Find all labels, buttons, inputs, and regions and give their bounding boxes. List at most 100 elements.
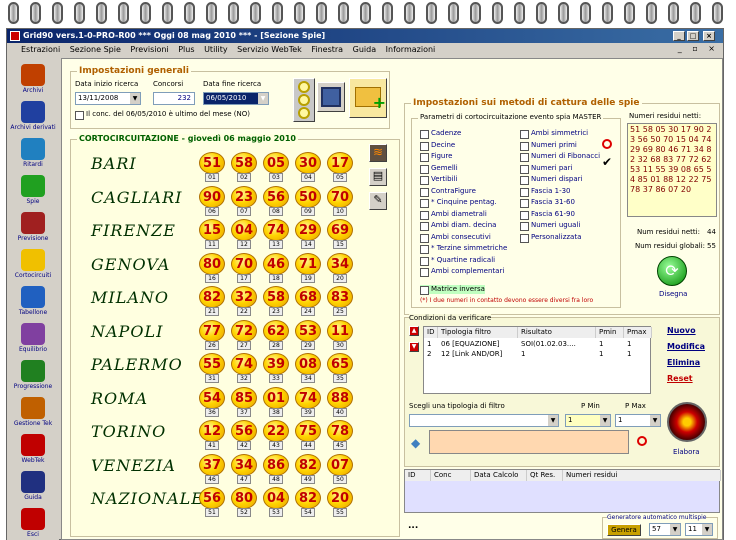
option-checkbox[interactable]: Vertibili: [420, 175, 457, 185]
option-checkbox[interactable]: Ambi simmetrici: [520, 129, 588, 139]
checkmark-icon[interactable]: ✔: [602, 155, 612, 169]
traffic-light-button[interactable]: [293, 78, 315, 122]
option-checkbox[interactable]: ContraFigure: [420, 187, 476, 197]
option-checkbox[interactable]: Figure: [420, 152, 452, 162]
option-checkbox[interactable]: Numeri uguali: [520, 221, 580, 231]
generate-button[interactable]: Genera: [607, 524, 641, 536]
number-bulb[interactable]: 86: [263, 453, 289, 476]
number-bulb[interactable]: 78: [327, 420, 353, 442]
number-bulb[interactable]: 55: [199, 353, 225, 375]
number-bulb[interactable]: 23: [231, 185, 257, 208]
menu-finestra[interactable]: Finestra: [311, 45, 343, 54]
sidebar-item-ritardi[interactable]: Ritardi: [7, 138, 59, 168]
number-bulb[interactable]: 72: [231, 319, 257, 342]
sidebar-item-webtek[interactable]: WebTek: [7, 434, 59, 464]
option-checkbox[interactable]: Personalizzata: [520, 233, 581, 243]
generator-value1-select[interactable]: 57: [649, 523, 681, 536]
number-bulb[interactable]: 70: [231, 252, 257, 275]
option-checkbox[interactable]: Cadenze: [420, 129, 461, 139]
number-bulb[interactable]: 88: [327, 386, 353, 409]
inverse-matrix-checkbox[interactable]: Matrice inversa: [420, 285, 485, 295]
res-col-qt[interactable]: Qt Res.: [527, 470, 563, 481]
number-bulb[interactable]: 82: [295, 487, 321, 509]
number-bulb[interactable]: 46: [263, 252, 289, 275]
number-bulb[interactable]: 50: [295, 185, 321, 208]
sidebar-item-spie[interactable]: Spie: [7, 175, 59, 205]
number-bulb[interactable]: 04: [263, 487, 289, 509]
pmax-select[interactable]: 1: [615, 414, 661, 427]
menu-plus[interactable]: Plus: [178, 45, 194, 54]
sidebar-item-guida[interactable]: Guida: [7, 471, 59, 501]
save-button[interactable]: [317, 82, 345, 112]
option-checkbox[interactable]: Gemelli: [420, 164, 458, 174]
sidebar-item-archivi[interactable]: Archivi: [7, 64, 59, 94]
move-up-button[interactable]: ▲: [409, 326, 419, 336]
table-cell[interactable]: 1: [599, 350, 603, 359]
number-bulb[interactable]: 74: [263, 219, 289, 241]
new-condition-link[interactable]: Nuovo: [667, 326, 696, 335]
table-cell[interactable]: 1: [599, 340, 603, 349]
menu-guida[interactable]: Guida: [353, 45, 376, 54]
menu-estrazioni[interactable]: Estrazioni: [21, 45, 60, 54]
res-col-date[interactable]: Data Calcolo: [471, 470, 527, 481]
number-bulb[interactable]: 71: [295, 252, 321, 275]
number-bulb[interactable]: 90: [199, 185, 225, 208]
sidebar-item-previsione[interactable]: Previsione: [7, 212, 59, 242]
number-bulb[interactable]: 30: [295, 152, 321, 174]
elabora-button[interactable]: [667, 402, 707, 442]
menu-sezione-spie[interactable]: Sezione Spie: [70, 45, 121, 54]
number-bulb[interactable]: 17: [327, 152, 353, 174]
sidebar-item-esci[interactable]: Esci: [7, 508, 59, 538]
number-bulb[interactable]: 62: [263, 319, 289, 342]
table-cell[interactable]: 12 [Link AND/OR]: [441, 350, 502, 359]
number-bulb[interactable]: 58: [263, 286, 289, 308]
option-checkbox[interactable]: Ambi diam. decina: [420, 221, 496, 231]
option-checkbox[interactable]: Numeri primi: [520, 141, 577, 151]
option-checkbox[interactable]: Ambi complementari: [420, 267, 504, 277]
number-bulb[interactable]: 70: [327, 185, 353, 208]
conditions-table[interactable]: ID Tipologia filtro Risultato Pmin Pmax …: [423, 326, 652, 394]
number-bulb[interactable]: 01: [263, 386, 289, 409]
number-bulb[interactable]: 77: [199, 319, 225, 342]
col-header-result[interactable]: Risultato: [518, 327, 596, 338]
mdi-controls[interactable]: _ ▫ ×: [678, 44, 719, 53]
option-checkbox[interactable]: Ambi diametrali: [420, 210, 487, 220]
number-bulb[interactable]: 75: [295, 420, 321, 442]
diamond-icon[interactable]: ◆: [411, 436, 420, 450]
res-col-conc[interactable]: Conc: [431, 470, 471, 481]
number-bulb[interactable]: 15: [199, 219, 225, 241]
number-bulb[interactable]: 11: [327, 319, 353, 342]
forbidden-icon[interactable]: [637, 436, 647, 446]
layers-button[interactable]: ▤: [369, 168, 387, 186]
sidebar-item-archivi-derivati[interactable]: Archivi derivati: [7, 101, 59, 131]
col-header-pmin[interactable]: Pmin: [596, 327, 624, 338]
table-cell[interactable]: 1: [521, 350, 525, 359]
number-bulb[interactable]: 12: [199, 420, 225, 442]
col-header-pmax[interactable]: Pmax: [624, 327, 652, 338]
number-bulb[interactable]: 74: [295, 386, 321, 409]
number-bulb[interactable]: 22: [263, 420, 289, 442]
number-bulb[interactable]: 58: [231, 152, 257, 174]
filter-expression-box[interactable]: [429, 430, 629, 454]
option-checkbox[interactable]: Numeri pari: [520, 164, 572, 174]
number-bulb[interactable]: 54: [199, 386, 225, 409]
menu-servizio-webtek[interactable]: Servizio WebTek: [237, 45, 302, 54]
filter-type-select[interactable]: [409, 414, 559, 427]
res-col-id[interactable]: ID: [405, 470, 431, 481]
option-checkbox[interactable]: Fascia 31-60: [520, 198, 575, 208]
move-down-button[interactable]: ▼: [409, 342, 419, 352]
menu-informazioni[interactable]: Informazioni: [386, 45, 436, 54]
minimize-button[interactable]: _: [673, 31, 685, 41]
sidebar-item-progressione[interactable]: Progressione: [7, 360, 59, 390]
number-bulb[interactable]: 39: [263, 353, 289, 375]
number-bulb[interactable]: 53: [295, 319, 321, 342]
table-cell[interactable]: 06 [EQUAZIONE]: [441, 340, 499, 349]
option-checkbox[interactable]: * Quartine radicali: [420, 256, 495, 266]
number-bulb[interactable]: 56: [199, 487, 225, 509]
sidebar-item-cortocircuiti[interactable]: Cortocircuiti: [7, 249, 59, 279]
table-cell[interactable]: 2: [427, 350, 431, 359]
number-bulb[interactable]: 05: [263, 152, 289, 174]
number-bulb[interactable]: 80: [231, 487, 257, 509]
delete-condition-link[interactable]: Elimina: [667, 358, 700, 367]
table-cell[interactable]: 1: [427, 340, 431, 349]
